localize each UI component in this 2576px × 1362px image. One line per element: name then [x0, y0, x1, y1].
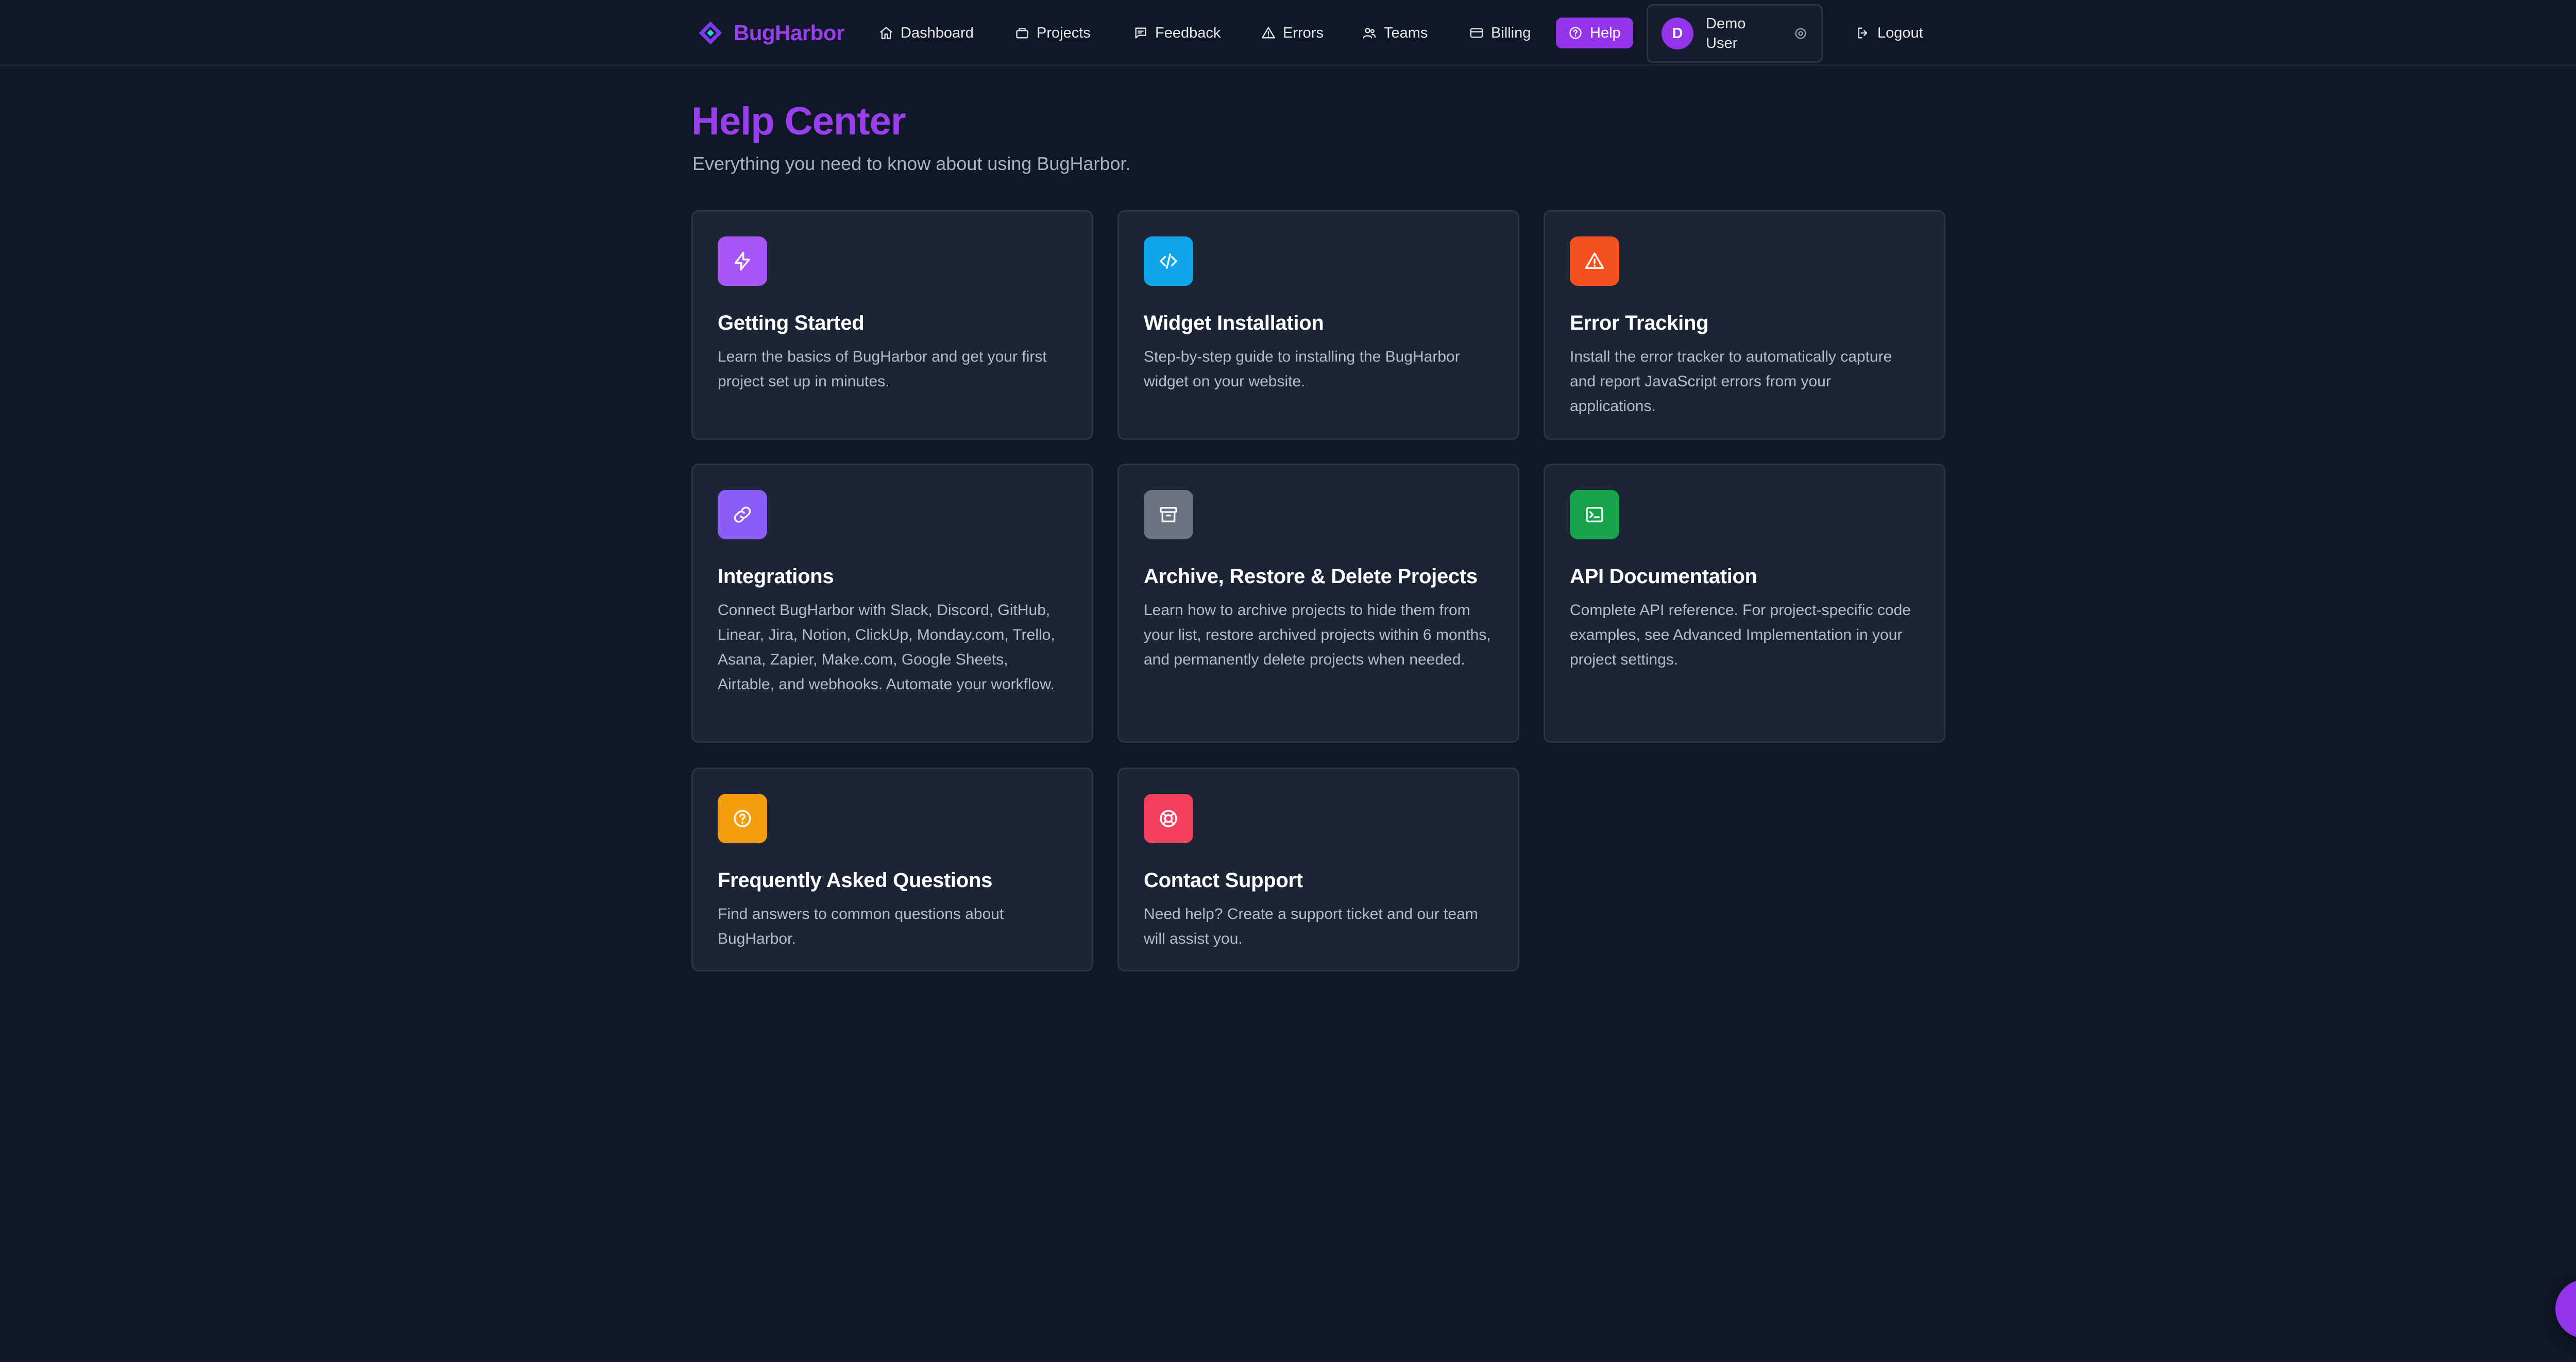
chat-button[interactable]	[2555, 1280, 2576, 1338]
nav-item-errors[interactable]: Errors	[1255, 18, 1330, 48]
alert-triangle-icon	[1262, 27, 1275, 39]
card-title: Archive, Restore & Delete Projects	[1144, 565, 1478, 588]
help-card-getting-started[interactable]: Getting Started Learn the basics of BugH…	[691, 210, 1093, 440]
card-title: Contact Support	[1144, 869, 1303, 892]
logout-button[interactable]: Logout	[1850, 18, 1929, 48]
credit-card-icon	[1470, 28, 1483, 38]
bugharbor-logo-icon	[699, 21, 722, 45]
nav-item-feedback[interactable]: Feedback	[1127, 18, 1227, 48]
nav-item-teams[interactable]: Teams	[1356, 18, 1434, 48]
card-description: Learn how to archive projects to hide th…	[1144, 602, 1491, 668]
brand[interactable]: BugHarbor	[697, 18, 844, 48]
card-description: Learn the basics of BugHarbor and get yo…	[718, 348, 1047, 390]
help-circle-icon	[1569, 27, 1582, 39]
link-icon	[718, 490, 767, 539]
card-description: Install the error tracker to automatical…	[1570, 348, 1892, 415]
nav-item-label: Teams	[1384, 24, 1428, 41]
brand-name: BugHarbor	[734, 21, 844, 45]
nav-item-label: Projects	[1037, 24, 1091, 41]
help-card-widget-installation[interactable]: Widget Installation Step-by-step guide t…	[1117, 210, 1519, 440]
logout-icon	[1858, 27, 1868, 39]
chat-icon	[2573, 1298, 2576, 1320]
nav-item-label: Dashboard	[901, 24, 974, 41]
message-icon	[1135, 27, 1146, 39]
card-title: Error Tracking	[1570, 312, 1709, 334]
nav-item-billing[interactable]: Billing	[1463, 18, 1537, 48]
nav-item-help[interactable]: Help	[1556, 18, 1633, 48]
archive-icon	[1144, 490, 1193, 539]
card-description: Find answers to common questions about B…	[718, 906, 1004, 947]
card-title: Widget Installation	[1144, 312, 1324, 334]
nav-item-label: Feedback	[1155, 24, 1221, 41]
help-card-archive-restore-delete[interactable]: Archive, Restore & Delete Projects Learn…	[1117, 464, 1519, 743]
nav-item-label: Billing	[1491, 24, 1531, 41]
users-icon	[1363, 28, 1376, 39]
nav-item-label: Help	[1590, 24, 1621, 41]
nav-item-dashboard[interactable]: Dashboard	[873, 18, 980, 48]
help-card-integrations[interactable]: Integrations Connect BugHarbor with Slac…	[691, 464, 1093, 743]
settings-icon[interactable]	[1793, 26, 1808, 41]
help-card-contact-support[interactable]: Contact Support Need help? Create a supp…	[1117, 768, 1519, 972]
top-navigation-bar: BugHarbor Dashboard Projects Feedback Er…	[0, 0, 2576, 66]
nav-item-projects[interactable]: Projects	[1009, 18, 1097, 48]
card-title: Getting Started	[718, 312, 865, 334]
card-title: Frequently Asked Questions	[718, 869, 993, 892]
page-title: Help Center	[691, 99, 906, 143]
life-buoy-icon	[1144, 794, 1193, 843]
card-title: API Documentation	[1570, 565, 1757, 588]
folder-icon	[1016, 28, 1028, 39]
terminal-icon	[1570, 490, 1619, 539]
card-title: Integrations	[718, 565, 834, 588]
help-card-error-tracking[interactable]: Error Tracking Install the error tracker…	[1544, 210, 1945, 440]
lightning-icon	[718, 236, 767, 286]
help-circle-icon	[718, 794, 767, 843]
user-menu[interactable]: D Demo User	[1647, 4, 1823, 63]
avatar: D	[1662, 18, 1693, 49]
card-description: Complete API reference. For project-spec…	[1570, 602, 1911, 668]
card-description: Need help? Create a support ticket and o…	[1144, 906, 1478, 947]
alert-triangle-icon	[1570, 236, 1619, 286]
home-icon	[880, 27, 892, 39]
code-icon	[1144, 236, 1193, 286]
nav-item-label: Errors	[1283, 24, 1324, 41]
card-description: Connect BugHarbor with Slack, Discord, G…	[718, 602, 1055, 693]
page-subtitle: Everything you need to know about using …	[692, 153, 1131, 174]
logout-label: Logout	[1877, 24, 1923, 41]
card-description: Step-by-step guide to installing the Bug…	[1144, 348, 1460, 390]
user-name: Demo User	[1706, 15, 1746, 52]
help-card-faq[interactable]: Frequently Asked Questions Find answers …	[691, 768, 1093, 972]
help-card-api-documentation[interactable]: API Documentation Complete API reference…	[1544, 464, 1945, 743]
